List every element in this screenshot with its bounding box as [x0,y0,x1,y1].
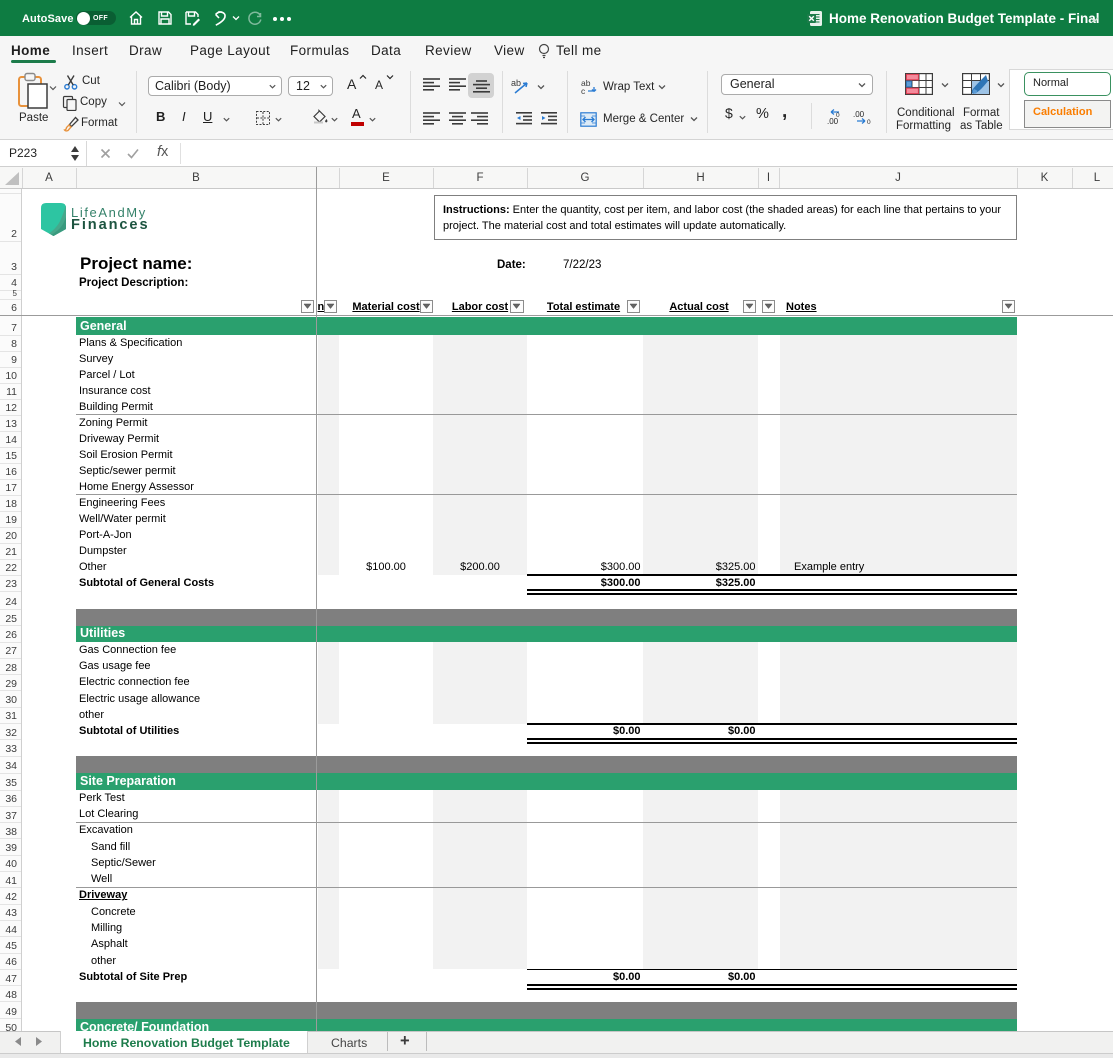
svg-text:.00: .00 [853,110,865,119]
svg-text:0: 0 [867,119,871,125]
svg-text:0: 0 [836,112,840,119]
svg-text:ab: ab [511,78,521,88]
